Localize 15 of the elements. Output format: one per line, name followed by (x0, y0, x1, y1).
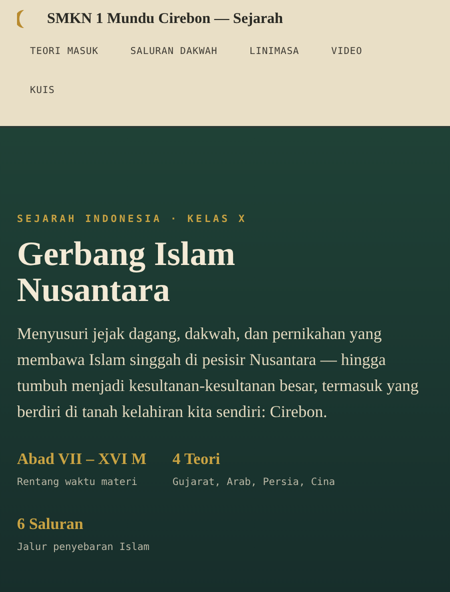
stat-value: 4 Teori (172, 450, 222, 470)
site-title: SMKN 1 Mundu Cirebon — Sejarah (47, 10, 284, 29)
nav-link[interactable]: VIDEO (331, 46, 362, 85)
nav-link[interactable]: SALURAN DAKWAH (130, 46, 218, 85)
stat-label: Rentang waktu materi (17, 476, 138, 490)
stat-label: Gujarat, Arab, Persia, Cina (172, 476, 336, 490)
hero-lead: Menyusuri jejak dagang, dakwah, dan pernikahan yang membawa Islam singgah di pesisir Nusantara — hingga tumbuh menjadi kesultanan-kesultanan besar, termasuk yang berdiri di tanah kelahiran kita sendiri: Cirebon. (17, 323, 420, 423)
hero-eyebrow: SEJARAH INDONESIA · KELAS X (17, 213, 248, 227)
stat-label: Jalur penyebaran Islam (17, 541, 150, 555)
nav-link[interactable]: KUIS (30, 85, 55, 124)
nav-link[interactable]: LINIMASA (250, 46, 300, 85)
nav-link[interactable]: TEORI MASUK (30, 46, 98, 85)
stat-value: 6 Saluran (17, 515, 84, 535)
stat-value: Abad VII – XVI M (17, 450, 147, 470)
hero-title: Gerbang Islam Nusantara (17, 237, 236, 309)
